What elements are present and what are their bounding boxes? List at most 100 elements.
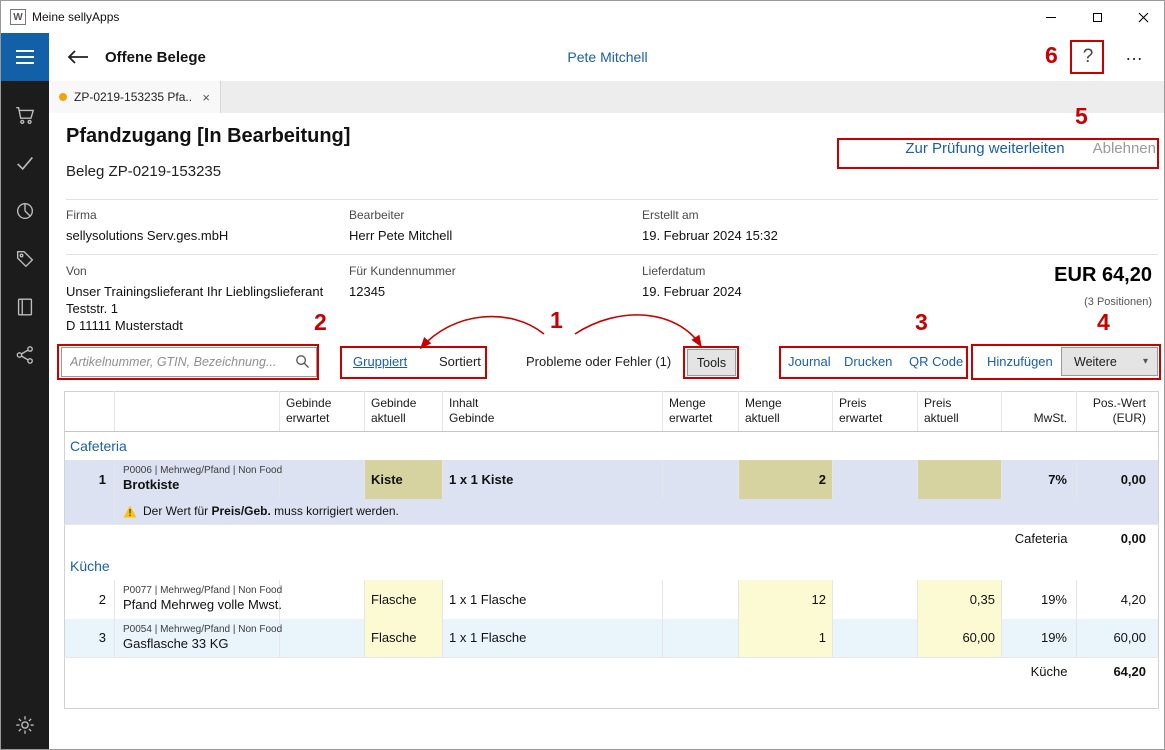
more-menu-button[interactable]: … [1121,44,1148,71]
subtotal-cafeteria: Cafeteria 0,00 [65,525,1159,552]
value-bearbeiter: Herr Pete Mitchell [349,228,452,243]
gebinde-aktuell-cell[interactable]: Flasche [365,580,443,619]
pos-wert-cell: 60,00 [1077,619,1159,658]
sidebar-item-settings[interactable] [1,701,49,749]
label-erstellt-am: Erstellt am [642,208,699,222]
table-header-row: Gebinde erwartet Gebinde aktuell Inhalt … [65,392,1159,432]
subtotal-kueche: Küche 64,20 [65,658,1159,685]
article-name: Gasflasche 33 KG [123,636,273,653]
row-number: 1 [65,460,115,499]
hamburger-icon [16,50,34,52]
reject-button[interactable]: Ablehnen [1093,140,1156,157]
table-row[interactable]: 1 P0006 | Mehrweg/Pfand | Non Food Brotk… [65,460,1159,499]
pos-wert-cell: 0,00 [1077,460,1159,499]
more-dropdown-button[interactable]: Weitere ▾ [1061,347,1158,376]
value-von-line3: D 11111 Musterstadt [66,318,183,333]
menge-aktuell-cell[interactable]: 2 [739,460,833,499]
more-dropdown-label: Weitere [1074,355,1117,369]
preis-aktuell-cell[interactable]: 0,35 [918,580,1002,619]
sidebar [1,81,49,750]
label-kundennummer: Für Kundennummer [349,264,456,278]
cart-icon [14,104,36,126]
mwst-cell: 7% [1002,460,1077,499]
col-gebinde-erwartet: Gebinde erwartet [280,392,365,432]
sidebar-item-prices[interactable] [1,235,49,283]
value-erstellt-am: 19. Februar 2024 15:32 [642,228,778,243]
document-number: Beleg ZP-0219-153235 [66,163,221,180]
col-gebinde-aktuell: Gebinde aktuell [365,392,443,432]
preis-erwartet-cell [833,460,918,499]
forward-for-review-button[interactable]: Zur Prüfung weiterleiten [905,140,1064,157]
ellipsis-icon: … [1125,44,1144,64]
article-cell: P0077 | Mehrweg/Pfand | Non Food Pfand M… [115,580,280,619]
question-mark-icon: ? [1083,46,1094,68]
subtotal-value: 64,20 [1077,658,1159,685]
gebinde-erwartet-cell [280,580,365,619]
tab-close-icon[interactable]: × [200,90,212,105]
tools-button[interactable]: Tools [687,349,736,376]
gebinde-erwartet-cell [280,460,365,499]
col-inhalt-gebinde: Inhalt Gebinde [443,392,663,432]
article-code: P0054 | Mehrweg/Pfand | Non Food [123,623,273,636]
gebinde-aktuell-cell[interactable]: Kiste [365,460,443,499]
search-icon [295,354,310,369]
menge-aktuell-cell[interactable]: 1 [739,619,833,658]
table-row[interactable]: 3 P0054 | Mehrweg/Pfand | Non Food Gasfl… [65,619,1159,658]
menge-erwartet-cell [663,460,739,499]
value-von-line1: Unser Trainingslieferant Ihr Lieblingsli… [66,284,323,299]
qr-code-link[interactable]: QR Code [909,354,963,369]
sidebar-item-cart[interactable] [1,91,49,139]
inhalt-gebinde-cell: 1 x 1 Kiste [443,460,663,499]
gebinde-aktuell-cell[interactable]: Flasche [365,619,443,658]
add-link[interactable]: Hinzufügen [987,354,1053,369]
article-search [61,347,317,377]
preis-aktuell-cell[interactable] [918,460,1002,499]
value-von-line2: Teststr. 1 [66,301,118,316]
journal-icon [14,296,36,318]
col-menge-aktuell: Menge aktuell [739,392,833,432]
menge-erwartet-cell [663,580,739,619]
sidebar-item-reports[interactable] [1,187,49,235]
menu-button[interactable] [1,33,49,81]
sorted-toggle[interactable]: Sortiert [439,354,481,369]
document-content: Pfandzugang [In Bearbeitung] Zur Prüfung… [49,113,1165,750]
preis-erwartet-cell [833,619,918,658]
sidebar-item-journal[interactable] [1,283,49,331]
col-article [115,392,280,432]
document-total: EUR 64,20 [1054,264,1152,287]
print-link[interactable]: Drucken [844,354,892,369]
grouped-toggle[interactable]: Gruppiert [353,354,407,369]
search-input[interactable] [61,347,317,377]
help-button[interactable]: ? [1073,42,1103,72]
sidebar-item-tasks[interactable] [1,139,49,187]
pos-wert-cell: 4,20 [1077,580,1159,619]
menge-aktuell-cell[interactable]: 12 [739,580,833,619]
menge-erwartet-cell [663,619,739,658]
app-header: Offene Belege Pete Mitchell ? … [49,33,1165,81]
label-lieferdatum: Lieferdatum [642,264,705,278]
problems-link[interactable]: Probleme oder Fehler (1) [526,354,671,369]
current-user[interactable]: Pete Mitchell [49,49,1165,65]
maximize-icon [1093,13,1102,22]
tab-document[interactable]: ZP-0219-153235 Pfa... × [49,81,221,113]
mwst-cell: 19% [1002,619,1077,658]
positions-table: Gebinde erwartet Gebinde aktuell Inhalt … [64,391,1159,709]
minimize-icon [1046,17,1056,18]
article-name: Pfand Mehrweg volle Mwst. [123,597,273,614]
maximize-button[interactable] [1074,1,1120,33]
close-button[interactable] [1120,1,1165,33]
journal-link[interactable]: Journal [788,354,831,369]
gear-icon [14,714,36,736]
subtotal-value: 0,00 [1077,525,1159,552]
preis-aktuell-cell[interactable]: 60,00 [918,619,1002,658]
table-row[interactable]: 2 P0077 | Mehrweg/Pfand | Non Food Pfand… [65,580,1159,619]
group-header-kueche: Küche [65,552,1159,580]
article-code: P0006 | Mehrweg/Pfand | Non Food [123,464,273,477]
label-firma: Firma [66,208,97,222]
check-icon [14,152,36,174]
document-title: Pfandzugang [In Bearbeitung] [66,125,350,148]
minimize-button[interactable] [1028,1,1074,33]
inhalt-gebinde-cell: 1 x 1 Flasche [443,580,663,619]
app-window: W Meine sellyApps Offene Belege Pete Mit… [0,0,1165,750]
sidebar-item-share[interactable] [1,331,49,379]
